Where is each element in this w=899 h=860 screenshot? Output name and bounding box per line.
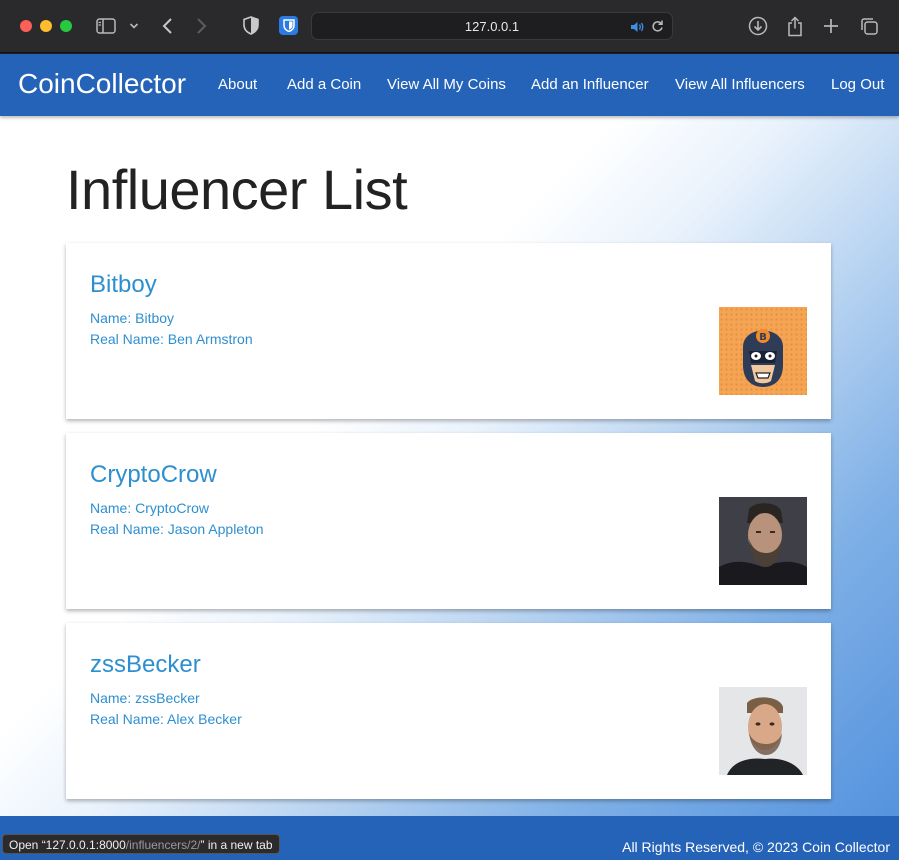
- influencer-card-title[interactable]: zssBecker: [90, 651, 201, 679]
- status-suffix: ” in a new tab: [200, 838, 273, 852]
- influencer-card-title[interactable]: Bitboy: [90, 271, 157, 299]
- tabs-icon[interactable]: [860, 14, 879, 38]
- influencer-card[interactable]: Bitboy Name: Bitboy Real Name: Ben Armst…: [66, 243, 831, 419]
- page-title: Influencer List: [66, 158, 408, 221]
- zoom-window-button[interactable]: [60, 20, 72, 32]
- back-icon[interactable]: [160, 14, 174, 38]
- browser-toolbar: 127.0.0.1: [0, 0, 899, 53]
- nav-link-view-influencers[interactable]: View All Influencers: [675, 76, 805, 93]
- link-status-tooltip: Open “127.0.0.1:8000/influencers/2/” in …: [2, 834, 280, 854]
- download-icon[interactable]: [748, 14, 768, 38]
- influencer-real-name: Real Name: Ben Armstron: [90, 331, 253, 347]
- sidebar-icon[interactable]: [96, 14, 116, 38]
- share-icon[interactable]: [787, 14, 803, 38]
- influencer-avatar: B: [719, 307, 807, 395]
- influencer-name: Name: CryptoCrow: [90, 500, 210, 516]
- nav-link-view-coins[interactable]: View All My Coins: [387, 76, 506, 93]
- influencer-name: Name: Bitboy: [90, 310, 175, 326]
- influencer-real-name: Real Name: Jason Appleton: [90, 521, 264, 537]
- navbar: CoinCollector About Add a Coin View All …: [0, 54, 899, 116]
- influencer-card-title[interactable]: CryptoCrow: [90, 461, 217, 489]
- bitwarden-icon[interactable]: [279, 16, 298, 35]
- address-bar[interactable]: 127.0.0.1: [311, 12, 673, 40]
- shield-icon[interactable]: [243, 16, 259, 40]
- footer-copyright: All Rights Reserved, © 2023 Coin Collect…: [622, 839, 890, 855]
- nav-link-add-coin[interactable]: Add a Coin: [287, 76, 361, 93]
- minimize-window-button[interactable]: [40, 20, 52, 32]
- svg-text:B: B: [759, 332, 767, 343]
- influencer-avatar: [719, 497, 807, 585]
- status-prefix: Open “127.0.0.1:8000: [9, 838, 126, 852]
- influencer-card[interactable]: CryptoCrow Name: CryptoCrow Real Name: J…: [66, 433, 831, 609]
- url-text: 127.0.0.1: [464, 19, 520, 34]
- close-window-button[interactable]: [20, 20, 32, 32]
- new-tab-icon[interactable]: [823, 14, 839, 38]
- influencer-card[interactable]: zssBecker Name: zssBecker Real Name: Ale…: [66, 623, 831, 799]
- nav-link-about[interactable]: About: [218, 76, 257, 93]
- nav-link-logout[interactable]: Log Out: [831, 76, 884, 93]
- page-viewport: CoinCollector About Add a Coin View All …: [0, 54, 899, 860]
- influencer-real-name: Real Name: Alex Becker: [90, 711, 242, 727]
- chevron-down-icon[interactable]: [129, 14, 139, 38]
- nav-link-add-influencer[interactable]: Add an Influencer: [531, 76, 649, 93]
- reload-icon[interactable]: [651, 19, 664, 38]
- forward-icon[interactable]: [195, 14, 209, 38]
- status-path: /influencers/2/: [125, 838, 201, 852]
- influencer-name: Name: zssBecker: [90, 690, 200, 706]
- speaker-icon[interactable]: [630, 20, 644, 38]
- influencer-avatar: [719, 687, 807, 775]
- brand-logo-link[interactable]: CoinCollector: [18, 68, 186, 100]
